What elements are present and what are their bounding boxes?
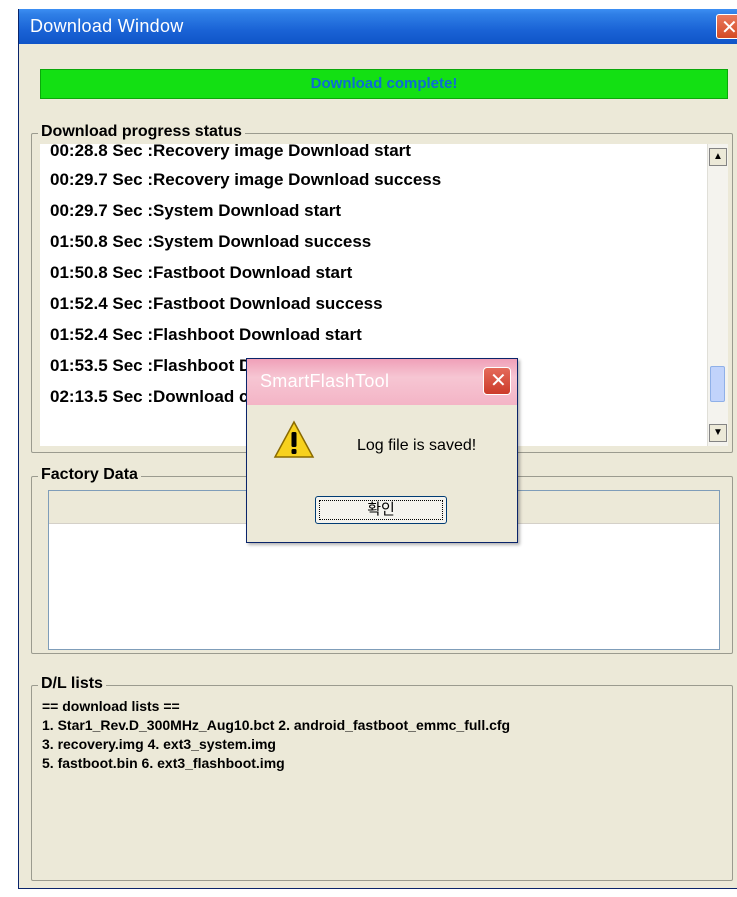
warning-icon	[273, 420, 315, 458]
log-line: 00:28.8 Sec :Recovery image Download sta…	[50, 144, 411, 160]
title-bar[interactable]: Download Window ✕	[19, 9, 737, 44]
smartflashtool-dialog: SmartFlashTool ✕ Log file is saved! 확인	[246, 358, 518, 543]
scroll-up-icon[interactable]: ▲	[709, 148, 727, 166]
log-line: 01:50.8 Sec :Fastboot Download start	[50, 263, 353, 282]
log-line: 00:29.7 Sec :System Download start	[50, 201, 342, 220]
ok-button[interactable]: 확인	[315, 496, 447, 524]
focus-rect	[319, 500, 443, 520]
log-line: 01:50.8 Sec :System Download success	[50, 232, 372, 251]
log-scrollbar[interactable]: ▲ ▼	[707, 144, 728, 446]
window-close-button[interactable]: ✕	[716, 14, 737, 39]
log-line: 01:52.4 Sec :Fastboot Download success	[50, 294, 383, 313]
close-icon: ✕	[721, 17, 737, 39]
dialog-title-bar[interactable]: SmartFlashTool ✕	[247, 359, 517, 405]
dialog-close-button[interactable]: ✕	[483, 367, 511, 395]
dl-list-line: 3. recovery.img 4. ext3_system.img	[42, 736, 276, 752]
scroll-thumb[interactable]	[710, 366, 725, 402]
scroll-down-icon[interactable]: ▼	[709, 424, 727, 442]
log-line: 01:52.4 Sec :Flashboot Download start	[50, 325, 362, 344]
window-title: Download Window	[30, 16, 184, 36]
dialog-message: Log file is saved!	[357, 437, 477, 454]
dialog-title: SmartFlashTool	[260, 371, 390, 391]
dl-lists-group: D/L lists == download lists == 1. Star1_…	[31, 675, 733, 881]
dl-list-line: 1. Star1_Rev.D_300MHz_Aug10.bct 2. andro…	[42, 717, 511, 733]
close-icon: ✕	[490, 370, 507, 392]
progress-status-legend: Download progress status	[38, 123, 245, 141]
dl-list-line: 5. fastboot.bin 6. ext3_flashboot.img	[42, 755, 285, 771]
log-line: 00:29.7 Sec :Recovery image Download suc…	[50, 170, 442, 189]
dl-list-line: == download lists ==	[42, 698, 180, 714]
factory-data-legend: Factory Data	[38, 466, 141, 484]
dl-lists-legend: D/L lists	[38, 675, 106, 693]
download-progress-bar: Download complete!	[40, 69, 728, 99]
